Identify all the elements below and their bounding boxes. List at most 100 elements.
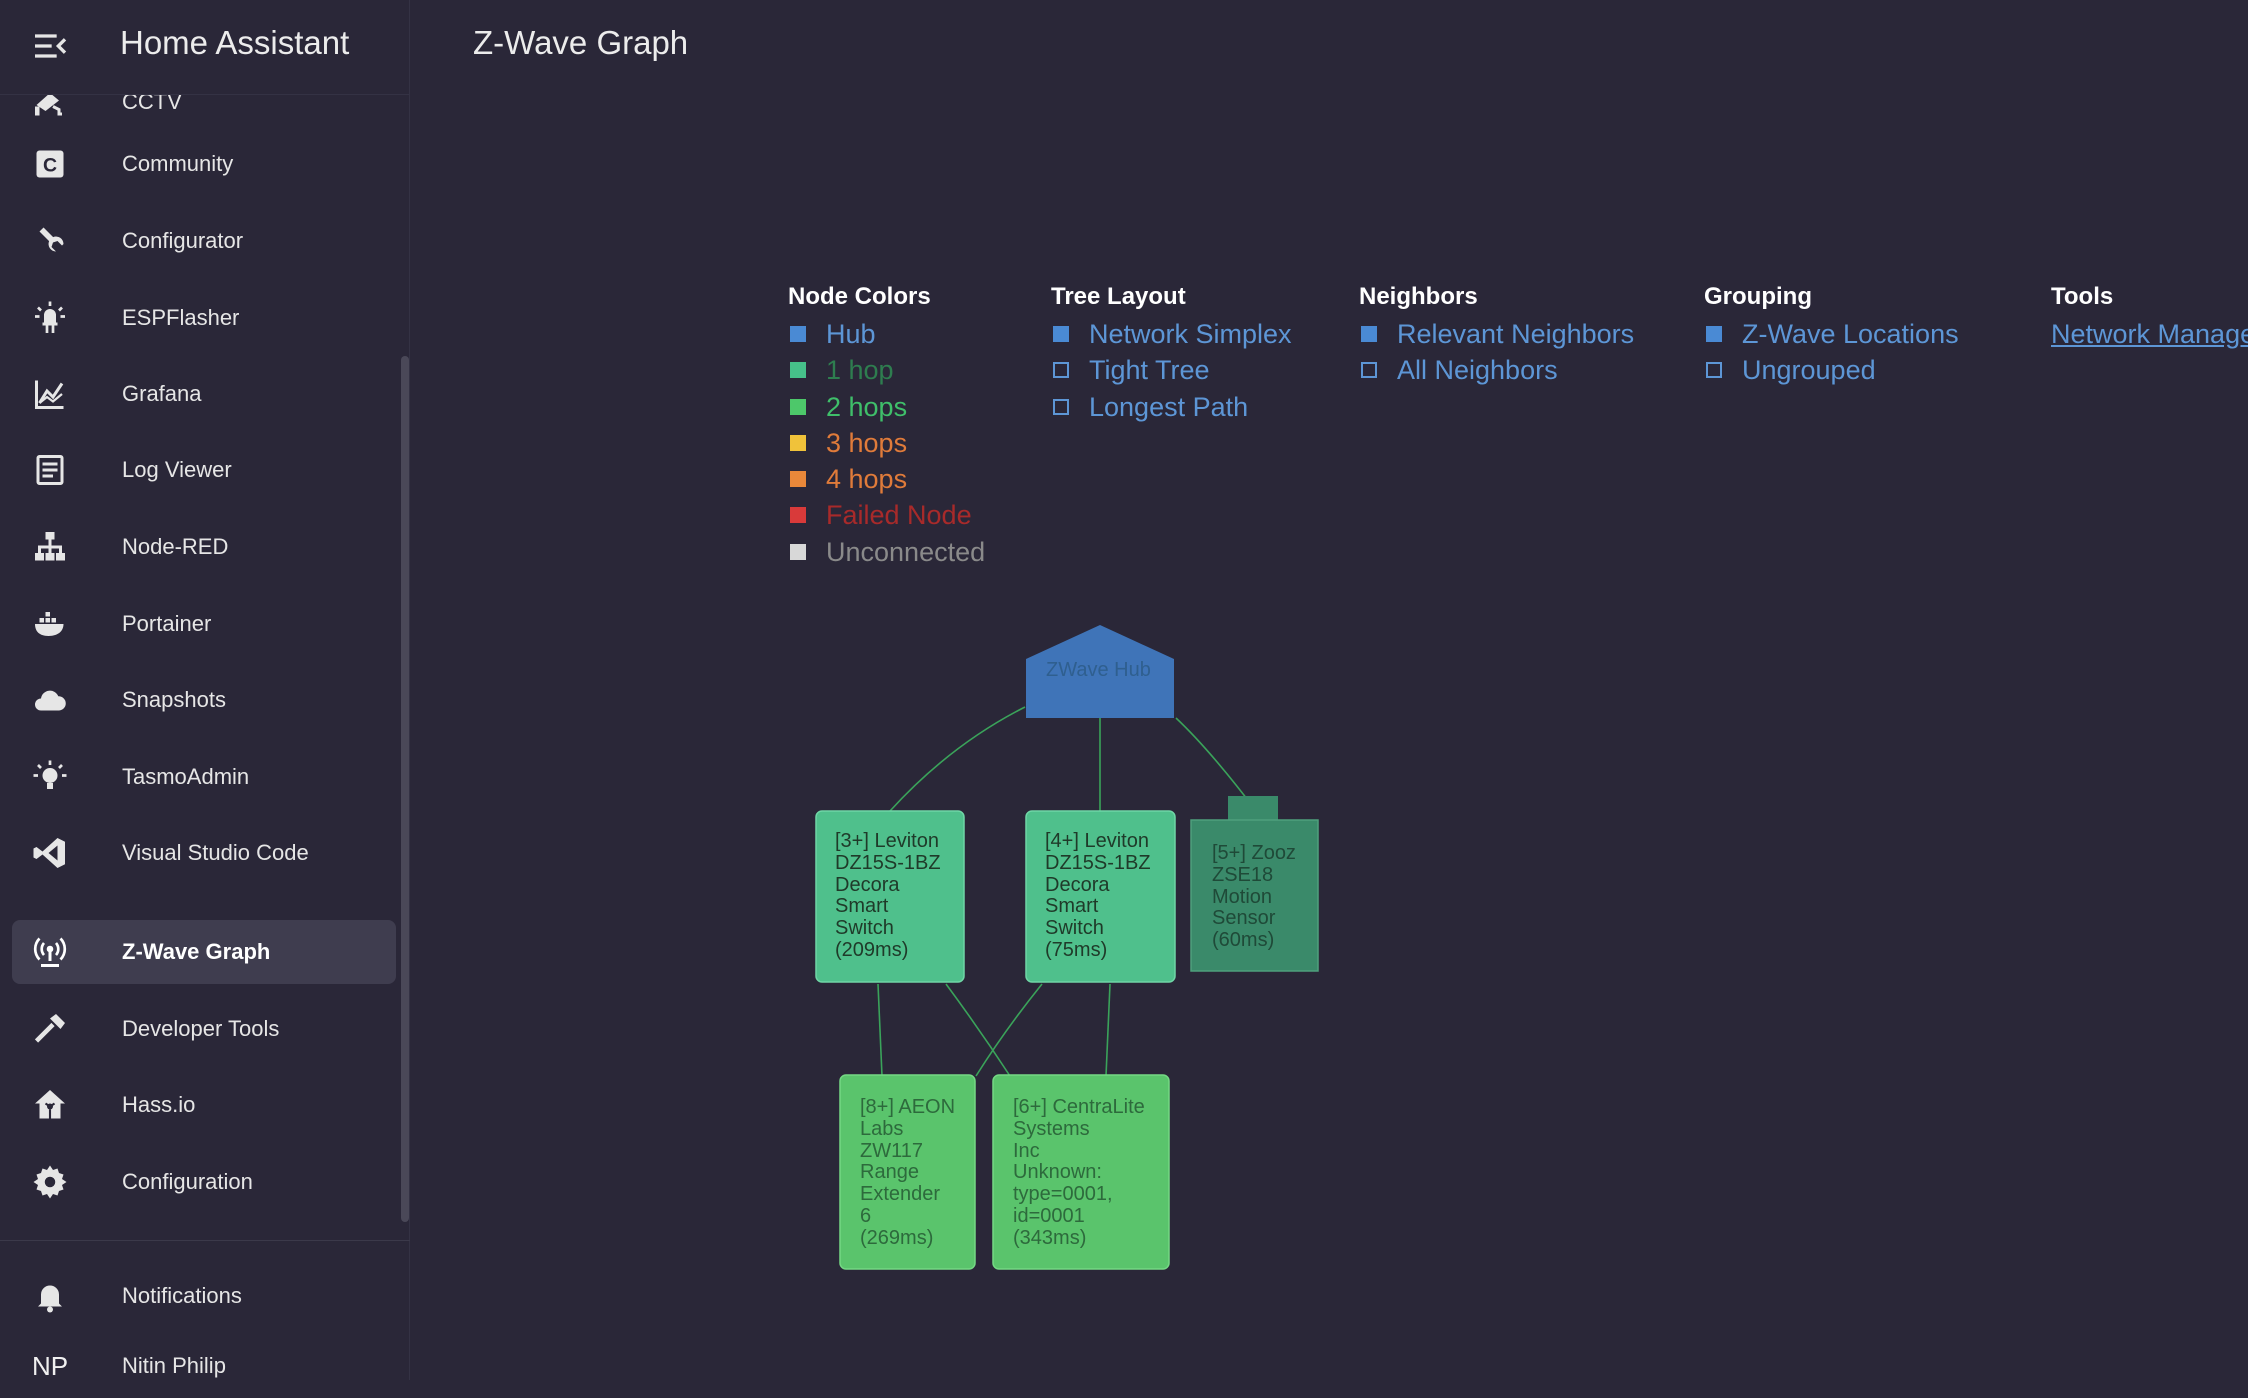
legend-heading: Grouping bbox=[1704, 283, 1812, 310]
sidebar-item-label: Developer Tools bbox=[122, 1016, 280, 1041]
user-name: Nitin Philip bbox=[122, 1353, 226, 1378]
edge-n3-n8 bbox=[877, 983, 883, 1077]
sidebar-item-label: Configuration bbox=[122, 1169, 253, 1194]
sidebar-item-node-red[interactable]: Node-RED bbox=[12, 515, 396, 579]
legend-color-item: Unconnected bbox=[788, 537, 985, 573]
led-icon bbox=[35, 301, 65, 333]
color-swatch bbox=[790, 434, 806, 451]
sidebar-item-label: Z-Wave Graph bbox=[122, 939, 271, 964]
sidebar-item-cctv[interactable]: CCTV bbox=[12, 95, 396, 134]
edge-n3-n6 bbox=[945, 983, 1011, 1077]
legend-option-neighbors[interactable]: All Neighbors bbox=[1359, 355, 1558, 391]
edge-n4-n6 bbox=[1105, 983, 1111, 1077]
sidebar-nav: CCTV C Community Configurator ESPFlasher bbox=[0, 95, 405, 1238]
checkbox-icon[interactable] bbox=[1361, 326, 1377, 342]
sidebar-item-tasmoadmin[interactable]: TasmoAdmin bbox=[12, 745, 396, 809]
legend-item-label: Ungrouped bbox=[1742, 355, 1876, 386]
node-6-label: [6+] CentraLite Systems Inc Unknown: typ… bbox=[1013, 1096, 1145, 1249]
docker-icon bbox=[35, 612, 64, 636]
sidebar-item-label: Portainer bbox=[122, 611, 212, 636]
cloud-icon bbox=[35, 690, 66, 711]
legend-option-tree-layout[interactable]: Tight Tree bbox=[1051, 355, 1210, 391]
page-title: Z-Wave Graph bbox=[473, 24, 689, 61]
legend-item-label: Relevant Neighbors bbox=[1397, 319, 1635, 349]
hub-label: ZWave Hub bbox=[1046, 659, 1151, 681]
sidebar-item-label: Snapshots bbox=[122, 687, 226, 712]
legend-color-item: 3 hops bbox=[788, 428, 931, 464]
sidebar-item-visual-studio-code[interactable]: Visual Studio Code bbox=[12, 821, 396, 885]
hammer-icon bbox=[34, 1014, 65, 1043]
sidebar-item-log-viewer[interactable]: Log Viewer bbox=[12, 438, 396, 502]
legend-color-item: 1 hop bbox=[788, 355, 931, 391]
legend-item-label: Tight Tree bbox=[1089, 355, 1210, 386]
legend-heading: Node Colors bbox=[788, 283, 931, 310]
sidebar-item-hass-io[interactable]: Hass.io bbox=[12, 1073, 396, 1137]
checkbox-icon[interactable] bbox=[1706, 326, 1722, 342]
checkbox-icon[interactable] bbox=[1053, 398, 1069, 415]
menu-collapse-icon[interactable] bbox=[30, 26, 70, 66]
legend-color-item: 4 hops bbox=[788, 464, 931, 500]
color-swatch bbox=[790, 362, 806, 379]
color-swatch bbox=[790, 326, 806, 342]
vscode-icon bbox=[33, 838, 65, 868]
legend-item-label: Hub bbox=[826, 319, 876, 349]
user-initials: NP bbox=[32, 1351, 69, 1381]
sidebar-item-portainer[interactable]: Portainer bbox=[12, 592, 396, 656]
community-icon: C bbox=[36, 150, 64, 178]
legend-item-label: Network Simplex bbox=[1089, 319, 1292, 349]
color-swatch bbox=[790, 543, 806, 560]
sidebar-item-espflasher[interactable]: ESPFlasher bbox=[12, 286, 396, 350]
legend-option-grouping[interactable]: Z-Wave Locations bbox=[1704, 319, 1959, 355]
checkbox-icon[interactable] bbox=[1361, 362, 1377, 379]
legend-color-item: Hub bbox=[788, 319, 931, 355]
legend-item-label: 2 hops bbox=[826, 391, 908, 422]
legend-tools: Tools Network Manage bbox=[2051, 283, 2248, 350]
legend-color-item: 2 hops bbox=[788, 392, 931, 428]
sidebar-scrollbar[interactable] bbox=[401, 356, 409, 1222]
zwave-icon bbox=[33, 937, 67, 967]
sidebar-item-label: Hass.io bbox=[122, 1092, 196, 1117]
notifications-label: Notifications bbox=[122, 1283, 242, 1308]
checkbox-icon[interactable] bbox=[1053, 326, 1069, 342]
legend-item-label: Z-Wave Locations bbox=[1742, 319, 1959, 349]
sidebar-item-user[interactable]: NP Nitin Philip bbox=[12, 1334, 396, 1398]
legend-item-label: Unconnected bbox=[826, 536, 986, 567]
sidebar-item-notifications[interactable]: Notifications bbox=[12, 1264, 396, 1328]
legend-grouping: Grouping Z-Wave Locations Ungrouped bbox=[1704, 283, 1959, 392]
checkbox-icon[interactable] bbox=[1053, 362, 1069, 379]
edge-hub-n3 bbox=[889, 706, 1026, 812]
network-manager-link[interactable]: Network Manage bbox=[2051, 319, 2248, 350]
edge-n4-n8 bbox=[975, 983, 1043, 1077]
legend-tree-layout: Tree Layout Network Simplex Tight Tree Lon… bbox=[1051, 283, 1292, 428]
color-swatch bbox=[790, 398, 806, 415]
lightbulb-icon bbox=[33, 760, 67, 789]
legend-option-tree-layout[interactable]: Longest Path bbox=[1051, 392, 1248, 428]
sidebar-item-label: Visual Studio Code bbox=[122, 840, 309, 865]
legend-item-label: 1 hop bbox=[826, 355, 894, 386]
sidebar-item-z-wave-graph[interactable]: Z-Wave Graph bbox=[12, 920, 396, 984]
sidebar-item-configuration[interactable]: Configuration bbox=[12, 1150, 396, 1214]
sidebar-item-community[interactable]: C Community bbox=[12, 132, 396, 196]
sidebar-item-label: TasmoAdmin bbox=[122, 764, 250, 789]
node-4-label: [4+] Leviton DZ15S-1BZ Decora Smart Swit… bbox=[1045, 830, 1151, 961]
sidebar-item-snapshots[interactable]: Snapshots bbox=[12, 668, 396, 732]
checkbox-icon[interactable] bbox=[1706, 362, 1722, 379]
legend-heading: Tools bbox=[2051, 283, 2114, 310]
legend-item-label: 4 hops bbox=[826, 464, 908, 495]
legend-option-tree-layout[interactable]: Network Simplex bbox=[1051, 319, 1292, 355]
app-title: Home Assistant bbox=[120, 24, 350, 61]
sidebar-item-developer-tools[interactable]: Developer Tools bbox=[12, 997, 396, 1061]
sidebar-item-label: Configurator bbox=[122, 228, 244, 253]
sidebar-item-configurator[interactable]: Configurator bbox=[12, 209, 396, 273]
legend-node-colors: Node Colors Hub 1 hop 2 hops 3 hops 4 hops Fa… bbox=[788, 283, 985, 573]
sidebar-item-grafana[interactable]: Grafana bbox=[12, 362, 396, 426]
legend-option-neighbors[interactable]: Relevant Neighbors bbox=[1359, 319, 1634, 355]
sidebar-divider bbox=[0, 1240, 410, 1241]
sidebar-item-label: Log Viewer bbox=[122, 457, 232, 482]
sidebar-header: Home Assistant bbox=[0, 0, 410, 95]
sidebar-item-label: Grafana bbox=[122, 381, 202, 406]
node-3-label: [3+] Leviton DZ15S-1BZ Decora Smart Swit… bbox=[835, 830, 941, 961]
legend-option-grouping[interactable]: Ungrouped bbox=[1704, 355, 1876, 391]
color-swatch bbox=[790, 471, 806, 488]
home-assistant-icon bbox=[35, 1090, 65, 1119]
